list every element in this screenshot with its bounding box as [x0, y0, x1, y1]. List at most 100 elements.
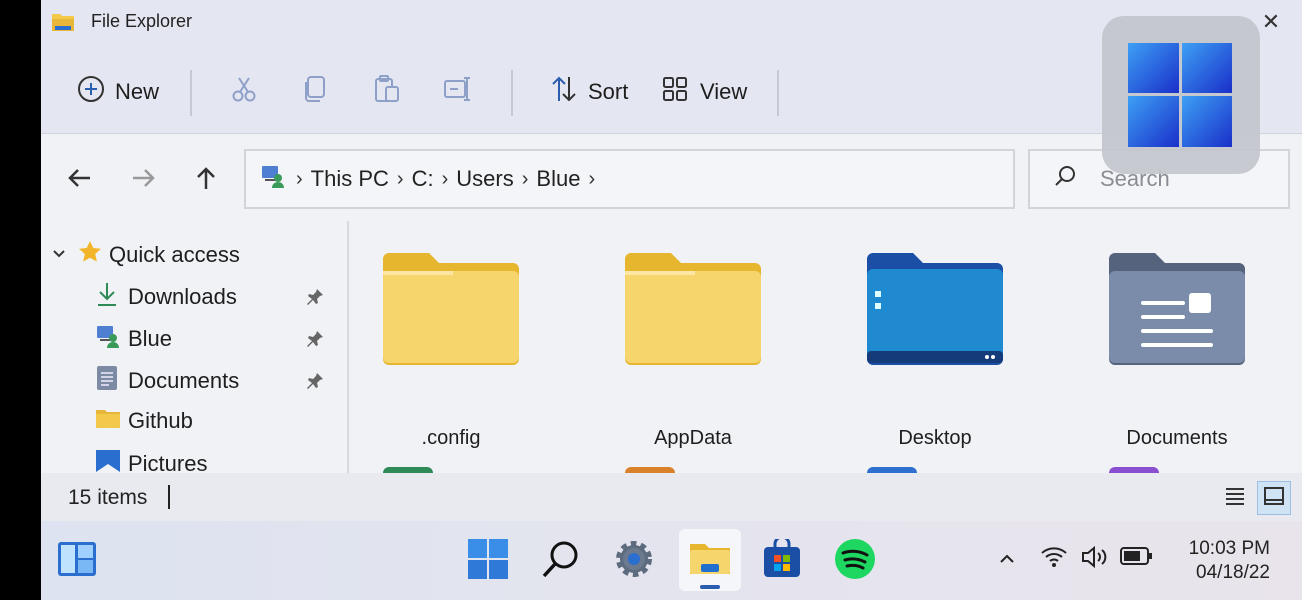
screen: File Explorer ✕ New Sort View › This PC …: [41, 0, 1302, 600]
chevron-right-icon: ›: [396, 167, 404, 190]
details-view-button[interactable]: [1218, 481, 1252, 515]
battery-icon[interactable]: [1119, 545, 1153, 572]
crumb-this-pc[interactable]: This PC: [311, 166, 389, 192]
spotify-icon: [834, 538, 876, 585]
date: 04/18/22: [1196, 562, 1270, 583]
user-pc-icon: [95, 323, 121, 355]
pin-icon[interactable]: [305, 287, 325, 307]
view-grid-icon: [662, 76, 688, 108]
cut-icon: [231, 75, 257, 109]
search-button[interactable]: [533, 533, 589, 589]
add-circle-icon: [77, 75, 105, 109]
nav-item-pictures[interactable]: Pictures: [95, 449, 207, 473]
chevron-down-icon: [51, 242, 67, 268]
file-tile-label: .config: [421, 427, 481, 449]
file-tile-documents[interactable]: Documents: [1077, 253, 1277, 449]
new-label: New: [115, 79, 160, 104]
store-icon: [762, 535, 802, 584]
settings-button[interactable]: [606, 533, 662, 589]
nav-item-downloads[interactable]: Downloads: [95, 281, 237, 313]
nav-item-github[interactable]: Github: [95, 407, 193, 435]
widgets-button[interactable]: [49, 533, 105, 589]
new-button[interactable]: New: [77, 72, 159, 112]
forward-button[interactable]: [126, 161, 160, 195]
chevron-up-icon[interactable]: [999, 551, 1015, 570]
file-tile-label: Desktop: [898, 427, 972, 449]
time: 10:03 PM: [1188, 538, 1270, 559]
pin-icon[interactable]: [305, 371, 325, 391]
divider: [511, 70, 513, 116]
chevron-right-icon: ›: [521, 167, 529, 190]
file-tile-desktop[interactable]: Desktop: [835, 253, 1035, 449]
file-tile-label: AppData: [654, 427, 732, 449]
taskbar: 10:03 PM 04/18/22: [41, 521, 1302, 600]
chevron-right-icon: ›: [441, 167, 449, 190]
list-view-icon: [1224, 486, 1246, 511]
active-indicator: [700, 585, 720, 589]
quick-access-label: Quick access: [109, 242, 240, 267]
tiles-view-button[interactable]: [1257, 481, 1291, 515]
documents-icon: [95, 365, 119, 397]
nav-item-blue[interactable]: Blue: [95, 323, 172, 355]
sort-button[interactable]: Sort: [550, 72, 628, 112]
file-explorer-icon: [51, 11, 75, 33]
paste-button[interactable]: [373, 72, 401, 112]
store-button[interactable]: [754, 533, 810, 589]
divider: [777, 70, 779, 116]
rename-icon: [443, 75, 473, 109]
chevron-right-icon: ›: [296, 167, 303, 190]
nav-item-label: Pictures: [128, 451, 208, 473]
crumb-users[interactable]: Users: [456, 166, 513, 192]
clock[interactable]: 10:03 PM 04/18/22: [1189, 537, 1270, 585]
file-tile-appdata[interactable]: AppData: [593, 253, 793, 449]
volume-icon[interactable]: [1080, 545, 1110, 574]
pin-icon[interactable]: [305, 329, 325, 349]
quick-access-header[interactable]: Quick access: [51, 239, 240, 271]
sort-icon: [550, 75, 578, 109]
wifi-icon[interactable]: [1040, 545, 1068, 574]
user-pc-icon: [260, 163, 286, 195]
rename-button[interactable]: [443, 72, 473, 112]
view-button[interactable]: View: [662, 72, 747, 112]
windows-logo-overlay: [1102, 16, 1260, 174]
nav-item-label: Downloads: [128, 284, 237, 309]
view-label: View: [700, 79, 748, 104]
arrow-up-icon: [189, 167, 223, 199]
download-arrow-icon: [95, 281, 119, 313]
cut-button[interactable]: [231, 72, 257, 112]
search-icon: [1054, 164, 1078, 194]
copy-icon: [303, 75, 327, 109]
back-button[interactable]: [63, 161, 97, 195]
paste-icon: [373, 75, 401, 109]
nav-item-documents[interactable]: Documents: [95, 365, 239, 397]
crumb-blue[interactable]: Blue: [536, 166, 580, 192]
crumb-c-drive[interactable]: C:: [412, 166, 434, 192]
nav-item-label: Blue: [128, 326, 173, 351]
file-explorer-taskbar-button[interactable]: [679, 529, 741, 591]
settings-gear-icon: [613, 538, 655, 585]
content-pane: .config AppData Desktop Documents: [351, 221, 1302, 473]
up-button[interactable]: [189, 161, 223, 195]
start-button[interactable]: [460, 533, 516, 589]
file-tile-label: Documents: [1126, 427, 1228, 449]
start-icon: [468, 538, 508, 584]
nav-item-label: Github: [128, 408, 193, 433]
window-title: File Explorer: [91, 11, 193, 31]
arrow-left-icon: [63, 169, 97, 199]
pictures-icon: [95, 449, 121, 473]
spotify-button[interactable]: [827, 533, 883, 589]
copy-button[interactable]: [303, 72, 327, 112]
status-bar: 15 items: [41, 473, 1302, 521]
tiles-view-icon: [1263, 486, 1285, 511]
widgets-icon: [57, 541, 97, 582]
address-bar[interactable]: › This PC › C: › Users › Blue ›: [244, 149, 1015, 209]
star-icon: [77, 239, 103, 271]
file-tile-config[interactable]: .config: [351, 253, 551, 449]
file-explorer-icon: [689, 540, 731, 581]
item-count: 15 items: [68, 486, 148, 509]
close-button[interactable]: ✕: [1258, 9, 1284, 35]
navigation-pane: Quick access Downloads Blue Documents Gi…: [41, 221, 349, 473]
search-icon: [541, 539, 581, 584]
windows-logo-icon: [1102, 43, 1260, 178]
chevron-right-icon: ›: [588, 167, 596, 190]
